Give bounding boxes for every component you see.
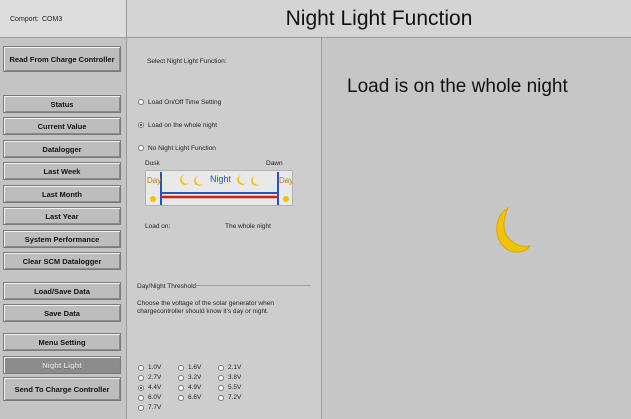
- sidebar-item-datalogger[interactable]: Datalogger: [3, 140, 121, 158]
- sidebar-item-save-data[interactable]: Save Data: [3, 304, 121, 322]
- voltage-label-4-9v[interactable]: 4.9V: [188, 384, 201, 391]
- sidebar-item-night-light[interactable]: Night Light: [3, 356, 121, 374]
- title-bar: Night Light Function: [127, 0, 631, 38]
- option-label-load-whole-night[interactable]: Load on the whole night: [148, 122, 217, 129]
- voltage-label-2-7v[interactable]: 2.7V: [148, 374, 161, 381]
- voltage-radio-1-0v[interactable]: [138, 365, 144, 371]
- sidebar-item-menu-setting[interactable]: Menu Setting: [3, 333, 121, 351]
- night-label: Night: [210, 174, 232, 184]
- sidebar-item-last-week[interactable]: Last Week: [3, 162, 121, 180]
- voltage-label-6-0v[interactable]: 6.0V: [148, 394, 161, 401]
- voltage-label-3-2v[interactable]: 3.2V: [188, 374, 201, 381]
- comport-value: COM3: [42, 16, 63, 23]
- sidebar-item-status[interactable]: Status: [3, 95, 121, 113]
- radio-load-whole-night[interactable]: [138, 122, 144, 128]
- voltage-radio-6-6v[interactable]: [178, 395, 184, 401]
- voltage-radio-6-0v[interactable]: [138, 395, 144, 401]
- status-message: Load is on the whole night: [347, 76, 568, 97]
- dawn-label: Dawn: [266, 160, 283, 167]
- voltage-label-7-2v[interactable]: 7.2V: [228, 394, 241, 401]
- voltage-label-1-6v[interactable]: 1.6V: [188, 364, 201, 371]
- page-title: Night Light Function: [285, 7, 473, 30]
- voltage-label-5-5v[interactable]: 5.5V: [228, 384, 241, 391]
- voltage-radio-4-4v[interactable]: [138, 385, 144, 391]
- voltage-radio-1-6v[interactable]: [178, 365, 184, 371]
- sidebar-item-current-value[interactable]: Current Value: [3, 117, 121, 135]
- send-to-charge-controller-button[interactable]: Send To Charge Controller: [3, 377, 121, 401]
- read-from-charge-controller-button[interactable]: Read From Charge Controller: [3, 46, 121, 72]
- voltage-radio-2-7v[interactable]: [138, 375, 144, 381]
- sidebar-item-last-month[interactable]: Last Month: [3, 185, 121, 203]
- moon-icon: [496, 206, 532, 253]
- radio-load-on-off-time[interactable]: [138, 99, 144, 105]
- night-light-settings-panel: Select Night Light Function: Load On/Off…: [127, 38, 322, 419]
- threshold-group-label: Day/Night Threshold: [137, 283, 197, 290]
- voltage-label-7-7v[interactable]: 7.7V: [148, 404, 161, 411]
- load-on-label: Load on:: [145, 223, 171, 230]
- voltage-radio-2-1v[interactable]: [218, 365, 224, 371]
- voltage-label-6-6v[interactable]: 6.6V: [188, 394, 201, 401]
- voltage-label-4-4v[interactable]: 4.4V: [148, 384, 161, 391]
- threshold-description: Choose the voltage of the solar generato…: [137, 300, 274, 315]
- option-label-load-on-off-time[interactable]: Load On/Off Time Setting: [148, 99, 221, 106]
- load-on-value: The whole night: [225, 223, 271, 230]
- radio-no-night-light[interactable]: [138, 145, 144, 151]
- voltage-radio-7-2v[interactable]: [218, 395, 224, 401]
- sidebar-item-system-performance[interactable]: System Performance: [3, 230, 121, 248]
- sidebar-item-last-year[interactable]: Last Year: [3, 207, 121, 225]
- night-light-illustration: Day Night Day: [145, 170, 293, 206]
- voltage-radio-4-9v[interactable]: [178, 385, 184, 391]
- voltage-radio-7-7v[interactable]: [138, 405, 144, 411]
- day-label-right: Day: [279, 176, 293, 185]
- voltage-label-3-8v[interactable]: 3.8V: [228, 374, 241, 381]
- display-panel: Load is on the whole night: [322, 38, 631, 419]
- sidebar-item-load-save-data[interactable]: Load/Save Data: [3, 282, 121, 300]
- voltage-radio-3-2v[interactable]: [178, 375, 184, 381]
- voltage-label-2-1v[interactable]: 2.1V: [228, 364, 241, 371]
- option-label-no-night-light[interactable]: No Night Light Function: [148, 145, 216, 152]
- voltage-radio-5-5v[interactable]: [218, 385, 224, 391]
- group-divider: [194, 285, 311, 286]
- sidebar: Read From Charge Controller Status Curre…: [0, 38, 127, 419]
- dusk-label: Dusk: [145, 160, 160, 167]
- comport-box: Comport: COM3: [0, 0, 127, 38]
- sidebar-item-clear-scm-datalogger[interactable]: Clear SCM Datalogger: [3, 252, 121, 270]
- comport-label: Comport:: [10, 16, 39, 23]
- select-night-light-label: Select Night Light Function:: [147, 58, 227, 65]
- voltage-radio-3-8v[interactable]: [218, 375, 224, 381]
- voltage-label-1-0v[interactable]: 1.0V: [148, 364, 161, 371]
- day-label-left: Day: [147, 176, 162, 185]
